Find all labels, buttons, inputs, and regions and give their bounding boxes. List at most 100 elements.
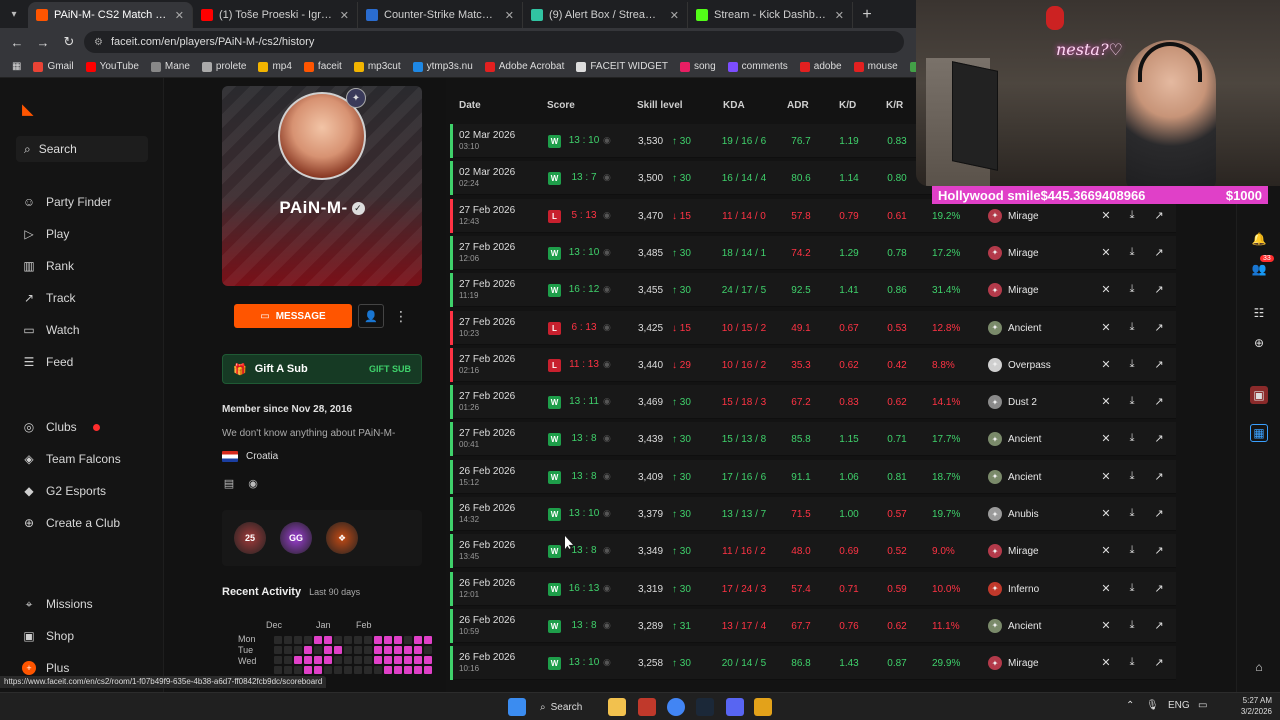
download-icon[interactable]: ⤓: [1125, 209, 1139, 222]
spectate-icon[interactable]: ◉: [603, 620, 611, 631]
expand-icon[interactable]: ✕: [1099, 507, 1113, 520]
close-tab-icon[interactable]: ✕: [835, 9, 844, 22]
external-link-icon[interactable]: ↗: [1152, 656, 1166, 669]
spectate-icon[interactable]: ◉: [603, 247, 611, 258]
spectate-icon[interactable]: ◉: [603, 172, 611, 183]
table-row[interactable]: 26 Feb 2026 13:45 W 13 : 8 ◉ 3,349 ↑ 30 1…: [450, 534, 1176, 569]
discord-icon[interactable]: [726, 698, 744, 716]
anticheat-icon[interactable]: ▦: [1250, 424, 1268, 442]
notifications-icon[interactable]: 🔔: [1250, 230, 1268, 248]
download-icon[interactable]: ⤓: [1125, 432, 1139, 445]
download-icon[interactable]: ⤓: [1125, 656, 1139, 669]
bookmark-item[interactable]: mouse: [848, 61, 904, 72]
external-link-icon[interactable]: ↗: [1152, 582, 1166, 595]
expand-icon[interactable]: ✕: [1099, 358, 1113, 371]
sidebar-item-plus[interactable]: + Plus: [22, 658, 69, 678]
bookmark-item[interactable]: mp3cut: [348, 61, 407, 72]
expand-icon[interactable]: ✕: [1099, 321, 1113, 334]
bookmark-item[interactable]: FACEIT WIDGET: [570, 61, 674, 72]
header-date[interactable]: Date: [459, 100, 481, 111]
party-icon[interactable]: ☷: [1250, 304, 1268, 322]
expand-icon[interactable]: ✕: [1099, 544, 1113, 557]
close-tab-icon[interactable]: ✕: [505, 9, 514, 22]
download-icon[interactable]: ⤓: [1125, 395, 1139, 408]
bookmark-item[interactable]: Mane: [145, 61, 196, 72]
close-tab-icon[interactable]: ✕: [670, 9, 679, 22]
external-link-icon[interactable]: ↗: [1152, 507, 1166, 520]
table-row[interactable]: 27 Feb 2026 10:23 L 6 : 13 ◉ 3,425 ↓ 15 1…: [450, 310, 1176, 345]
twitch-icon[interactable]: ▤: [222, 476, 236, 490]
display-icon[interactable]: ▭: [1198, 700, 1207, 711]
sidebar-item-play[interactable]: ▷ Play: [22, 224, 69, 244]
header-score[interactable]: Score: [547, 100, 575, 111]
external-link-icon[interactable]: ↗: [1152, 395, 1166, 408]
external-link-icon[interactable]: ↗: [1152, 358, 1166, 371]
chrome-icon[interactable]: [667, 698, 685, 716]
game-avatar-icon[interactable]: ▣: [1250, 386, 1268, 404]
expand-icon[interactable]: ✕: [1099, 470, 1113, 483]
download-icon[interactable]: ⤓: [1125, 582, 1139, 595]
add-icon[interactable]: ⊕: [1250, 334, 1268, 352]
bookmark-item[interactable]: Adobe Acrobat: [479, 61, 571, 72]
spectate-icon[interactable]: ◉: [603, 657, 611, 668]
sidebar-item-clubs[interactable]: ◎ Clubs: [22, 417, 100, 437]
taskbar-clock[interactable]: 5:27 AM 3/2/2026: [1228, 695, 1272, 717]
achievement-badge-icon[interactable]: 25: [234, 522, 266, 554]
bookmark-item[interactable]: comments: [722, 61, 794, 72]
inbox-icon[interactable]: ⌂: [1250, 658, 1268, 676]
header-kda[interactable]: KDA: [723, 100, 745, 111]
expand-icon[interactable]: ✕: [1099, 283, 1113, 296]
achievement-badge-icon[interactable]: GG: [280, 522, 312, 554]
table-row[interactable]: 27 Feb 2026 11:19 W 16 : 12 ◉ 3,455 ↑ 30 …: [450, 273, 1176, 308]
header-kr[interactable]: K/R: [886, 100, 903, 111]
sidebar-search[interactable]: ⌕ Search: [16, 136, 148, 162]
sidebar-item-g2-esports[interactable]: ◆ G2 Esports: [22, 481, 106, 501]
spectate-icon[interactable]: ◉: [603, 433, 611, 444]
tab-search-dropdown[interactable]: ▾: [0, 0, 28, 28]
reload-icon[interactable]: ↻: [58, 31, 80, 53]
spectate-icon[interactable]: ◉: [603, 471, 611, 482]
steam-taskbar-icon[interactable]: [696, 698, 714, 716]
sidebar-item-create-a-club[interactable]: ⊕ Create a Club: [22, 513, 120, 533]
address-bar[interactable]: ⚙ faceit.com/en/players/PAiN-M-/cs2/hist…: [84, 31, 904, 53]
tray-chevron-icon[interactable]: ⌃: [1126, 700, 1134, 711]
site-info-icon[interactable]: ⚙: [94, 37, 103, 48]
bookmark-item[interactable]: Gmail: [27, 61, 79, 72]
gift-sub-button[interactable]: GIFT SUB: [369, 364, 411, 374]
download-icon[interactable]: ⤓: [1125, 246, 1139, 259]
table-row[interactable]: 27 Feb 2026 00:41 W 13 : 8 ◉ 3,439 ↑ 30 1…: [450, 422, 1176, 457]
table-row[interactable]: 26 Feb 2026 15:12 W 13 : 8 ◉ 3,409 ↑ 30 1…: [450, 459, 1176, 494]
expand-icon[interactable]: ✕: [1099, 619, 1113, 632]
spectate-icon[interactable]: ◉: [603, 210, 611, 221]
forward-icon[interactable]: →: [32, 31, 54, 53]
header-skill-level[interactable]: Skill level: [637, 100, 683, 111]
bookmark-item[interactable]: prolete: [196, 61, 253, 72]
table-row[interactable]: 26 Feb 2026 10:16 W 13 : 10 ◉ 3,258 ↑ 30 …: [450, 646, 1176, 681]
download-icon[interactable]: ⤓: [1125, 544, 1139, 557]
download-icon[interactable]: ⤓: [1125, 470, 1139, 483]
expand-icon[interactable]: ✕: [1099, 656, 1113, 669]
back-icon[interactable]: ←: [6, 31, 28, 53]
external-link-icon[interactable]: ↗: [1152, 619, 1166, 632]
external-link-icon[interactable]: ↗: [1152, 432, 1166, 445]
browser-tab[interactable]: PAiN-M- CS2 Match History - F ✕: [28, 2, 193, 28]
table-row[interactable]: 27 Feb 2026 12:06 W 13 : 10 ◉ 3,485 ↑ 30 …: [450, 235, 1176, 270]
spectate-icon[interactable]: ◉: [603, 396, 611, 407]
download-icon[interactable]: ⤓: [1125, 358, 1139, 371]
download-icon[interactable]: ⤓: [1125, 321, 1139, 334]
faceit-app-icon[interactable]: [638, 698, 656, 716]
windows-start-icon[interactable]: [508, 698, 526, 716]
spectate-icon[interactable]: ◉: [603, 508, 611, 519]
close-tab-icon[interactable]: ✕: [340, 9, 349, 22]
expand-icon[interactable]: ✕: [1099, 582, 1113, 595]
expand-icon[interactable]: ✕: [1099, 395, 1113, 408]
friends-icon[interactable]: 👥: [1250, 260, 1268, 278]
spectate-icon[interactable]: ◉: [603, 583, 611, 594]
expand-icon[interactable]: ✕: [1099, 432, 1113, 445]
table-row[interactable]: 27 Feb 2026 01:26 W 13 : 11 ◉ 3,469 ↑ 30 …: [450, 385, 1176, 420]
bookmark-item[interactable]: song: [674, 61, 722, 72]
message-button[interactable]: ▭ MESSAGE: [234, 304, 352, 328]
header-kd[interactable]: K/D: [839, 100, 856, 111]
external-link-icon[interactable]: ↗: [1152, 209, 1166, 222]
sidebar-item-feed[interactable]: ☰ Feed: [22, 352, 74, 372]
